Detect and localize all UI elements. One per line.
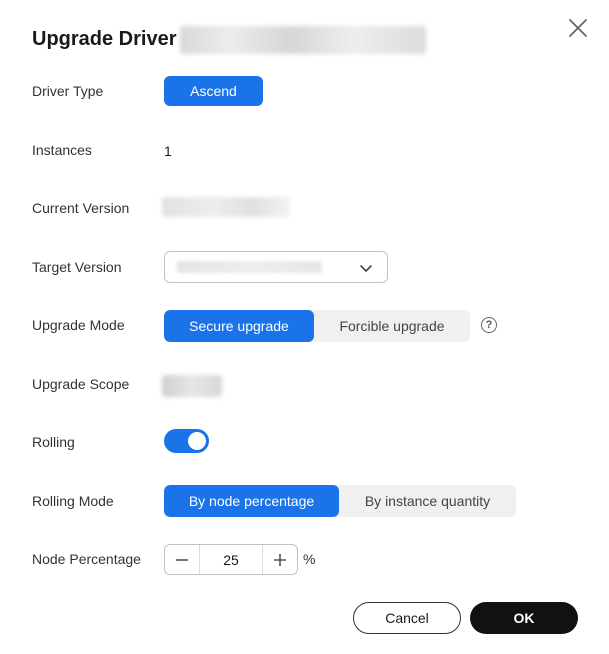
target-version-value-redacted — [177, 261, 322, 273]
plus-icon[interactable] — [262, 545, 297, 574]
dialog-title: Upgrade Driver — [32, 28, 177, 50]
minus-icon[interactable] — [165, 545, 200, 574]
instances-value: 1 — [164, 143, 172, 159]
cancel-button[interactable]: Cancel — [353, 602, 461, 634]
target-version-label: Target Version — [32, 259, 122, 275]
upgrade-mode-label: Upgrade Mode — [32, 317, 125, 333]
percent-unit: % — [303, 551, 316, 567]
rolling-toggle[interactable] — [164, 429, 209, 453]
current-version-label: Current Version — [32, 200, 130, 216]
driver-type-ascend-button[interactable]: Ascend — [164, 76, 263, 106]
rolling-label: Rolling — [32, 434, 75, 450]
target-version-select[interactable] — [164, 251, 388, 283]
toggle-knob — [188, 432, 206, 450]
chevron-down-icon — [359, 261, 373, 275]
upgrade-mode-forcible-option[interactable]: Forcible upgrade — [314, 310, 470, 342]
ok-button[interactable]: OK — [470, 602, 578, 634]
upgrade-scope-label: Upgrade Scope — [32, 376, 130, 392]
instances-label: Instances — [32, 142, 92, 158]
node-percentage-stepper: 25 — [164, 544, 298, 575]
upgrade-mode-secure-option[interactable]: Secure upgrade — [164, 310, 314, 342]
rolling-mode-segmented: By node percentage By instance quantity — [164, 485, 516, 517]
redacted-title-suffix — [180, 26, 426, 54]
node-percentage-input[interactable]: 25 — [199, 552, 263, 568]
upgrade-driver-dialog: Upgrade Driver Driver Type Ascend Instan… — [0, 0, 609, 654]
upgrade-mode-segmented: Secure upgrade Forcible upgrade — [164, 310, 470, 342]
rolling-mode-label: Rolling Mode — [32, 493, 114, 509]
close-icon[interactable] — [566, 16, 590, 40]
rolling-mode-instance-quantity-option[interactable]: By instance quantity — [339, 485, 516, 517]
current-version-value-redacted — [162, 197, 290, 217]
question-circle-icon[interactable]: ? — [481, 317, 497, 333]
driver-type-label: Driver Type — [32, 83, 104, 99]
upgrade-scope-value-redacted — [162, 375, 222, 397]
node-percentage-label: Node Percentage — [32, 551, 141, 567]
rolling-mode-node-percentage-option[interactable]: By node percentage — [164, 485, 339, 517]
